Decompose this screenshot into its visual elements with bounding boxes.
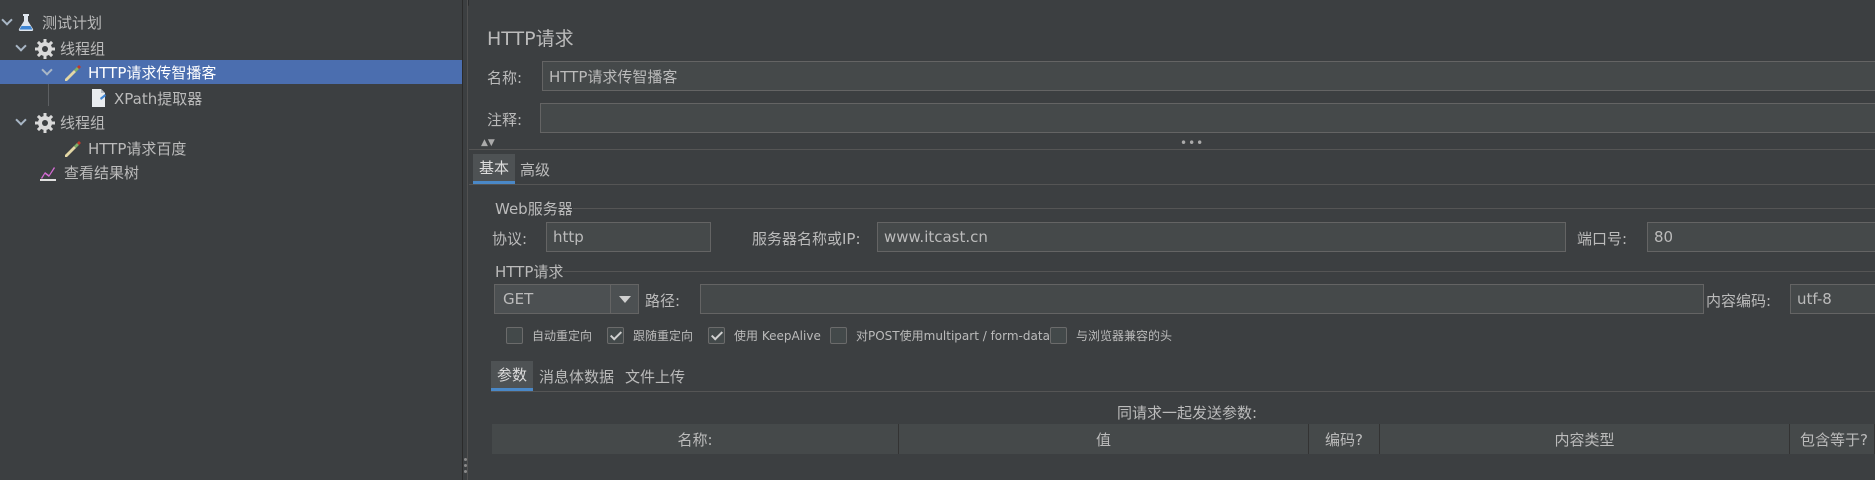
tree-item-label: XPath提取器 (114, 89, 203, 108)
tab-file-upload[interactable]: 文件上传 (619, 361, 691, 391)
tab-advanced[interactable]: 高级 (514, 154, 556, 184)
tree-item-test-plan[interactable]: 测试计划 (0, 10, 462, 34)
tree-item-label: HTTP请求传智播客 (88, 63, 217, 82)
comment-field[interactable] (540, 103, 1875, 133)
protocol-field[interactable]: http (546, 222, 711, 252)
encoding-field[interactable]: utf-8 (1790, 284, 1875, 314)
checkbox-label: 自动重定向 (532, 329, 593, 343)
encoding-label: 内容编码: (1706, 292, 1772, 310)
params-caption: 同请求一起发送参数: (1117, 404, 1258, 422)
server-field[interactable]: www.itcast.cn (877, 222, 1566, 252)
column-header-content-type[interactable]: 内容类型 (1380, 424, 1790, 454)
tree-item-http-baidu[interactable]: HTTP请求百度 (62, 136, 462, 160)
column-header-value[interactable]: 值 (899, 424, 1309, 454)
port-label: 端口号: (1577, 230, 1628, 248)
checkbox-label: 使用 KeepAlive (734, 329, 821, 343)
divider (469, 184, 1875, 185)
checkbox-label: 与浏览器兼容的头 (1076, 329, 1173, 343)
checkbox-box[interactable] (830, 327, 847, 344)
method-select[interactable]: GET (494, 284, 639, 314)
tab-body-data[interactable]: 消息体数据 (533, 361, 620, 391)
gear-icon (34, 112, 55, 133)
tree-item-thread-group-1[interactable]: 线程组 (14, 36, 462, 60)
page-title: HTTP请求 (487, 28, 574, 50)
pipette-icon (62, 62, 82, 82)
name-field[interactable]: HTTP请求传智播客 (542, 61, 1875, 91)
column-header-encode[interactable]: 编码? (1309, 424, 1380, 454)
tree-item-http-itcast[interactable]: HTTP请求传智播客 (0, 60, 462, 84)
path-field[interactable] (700, 284, 1704, 314)
tree-item-label: 测试计划 (42, 13, 103, 32)
chevron-down-icon[interactable] (14, 41, 28, 55)
divider (469, 149, 1875, 150)
multipart-checkbox[interactable]: 对POST使用multipart / form-data (830, 327, 1050, 344)
http-request-group-title: HTTP请求 (495, 263, 564, 281)
port-field[interactable]: 80 (1647, 222, 1875, 252)
divider (491, 391, 1875, 392)
collapse-arrows-icon[interactable]: ▲▼ (481, 138, 495, 148)
drag-handle-icon[interactable]: ••• (1180, 136, 1204, 150)
method-value: GET (503, 290, 534, 308)
name-label: 名称: (487, 69, 523, 87)
checkbox-box[interactable] (708, 327, 725, 344)
column-header-name[interactable]: 名称: (492, 424, 899, 454)
chevron-down-icon[interactable] (610, 285, 638, 313)
checkbox-box[interactable] (607, 327, 624, 344)
browser-headers-checkbox[interactable]: 与浏览器兼容的头 (1050, 327, 1172, 344)
tree-item-label: 线程组 (60, 113, 106, 132)
test-plan-tree: 测试计划 线程组 HTTP请求传智播客 XPath提取器 线程组 HTTP请求百… (0, 0, 462, 480)
column-header-include-equals[interactable]: 包含等于? (1790, 424, 1875, 454)
auto-redirect-checkbox[interactable]: 自动重定向 (506, 327, 592, 344)
panel-splitter[interactable] (462, 0, 468, 480)
document-icon (88, 88, 108, 108)
params-table-header: 名称: 值 编码? 内容类型 包含等于? (492, 424, 1875, 454)
checkbox-box[interactable] (1050, 327, 1067, 344)
gear-icon (34, 38, 55, 59)
pipette-icon (62, 138, 82, 158)
tree-item-result-tree[interactable]: 查看结果树 (38, 160, 462, 184)
tab-basic[interactable]: 基本 (473, 154, 516, 184)
chevron-down-icon[interactable] (0, 15, 14, 29)
server-label: 服务器名称或IP: (752, 230, 861, 248)
protocol-label: 协议: (492, 230, 528, 248)
keepalive-checkbox[interactable]: 使用 KeepAlive (708, 327, 821, 344)
http-request-panel: HTTP请求 名称: HTTP请求传智播客 注释: ▲▼ ••• 基本 高级 W… (469, 0, 1875, 480)
chart-icon (38, 162, 58, 182)
chevron-down-icon[interactable] (40, 65, 54, 79)
tree-item-label: 线程组 (60, 39, 106, 58)
tree-item-label: 查看结果树 (64, 163, 140, 182)
checkbox-label: 跟随重定向 (633, 329, 694, 343)
tab-params[interactable]: 参数 (491, 361, 534, 391)
tree-item-thread-group-2[interactable]: 线程组 (14, 110, 462, 134)
tree-item-label: HTTP请求百度 (88, 139, 187, 158)
checkbox-label: 对POST使用multipart / form-data (856, 329, 1050, 343)
follow-redirect-checkbox[interactable]: 跟随重定向 (607, 327, 693, 344)
chevron-down-icon[interactable] (14, 115, 28, 129)
tree-item-xpath-extractor[interactable]: XPath提取器 (88, 86, 462, 110)
splitter-grip-icon[interactable] (464, 458, 467, 476)
group-divider (563, 271, 1875, 272)
comment-label: 注释: (487, 111, 523, 129)
web-server-group-title: Web服务器 (495, 200, 573, 218)
path-label: 路径: (645, 292, 681, 310)
group-divider (573, 208, 1875, 209)
flask-icon (16, 12, 36, 32)
checkbox-box[interactable] (506, 327, 523, 344)
